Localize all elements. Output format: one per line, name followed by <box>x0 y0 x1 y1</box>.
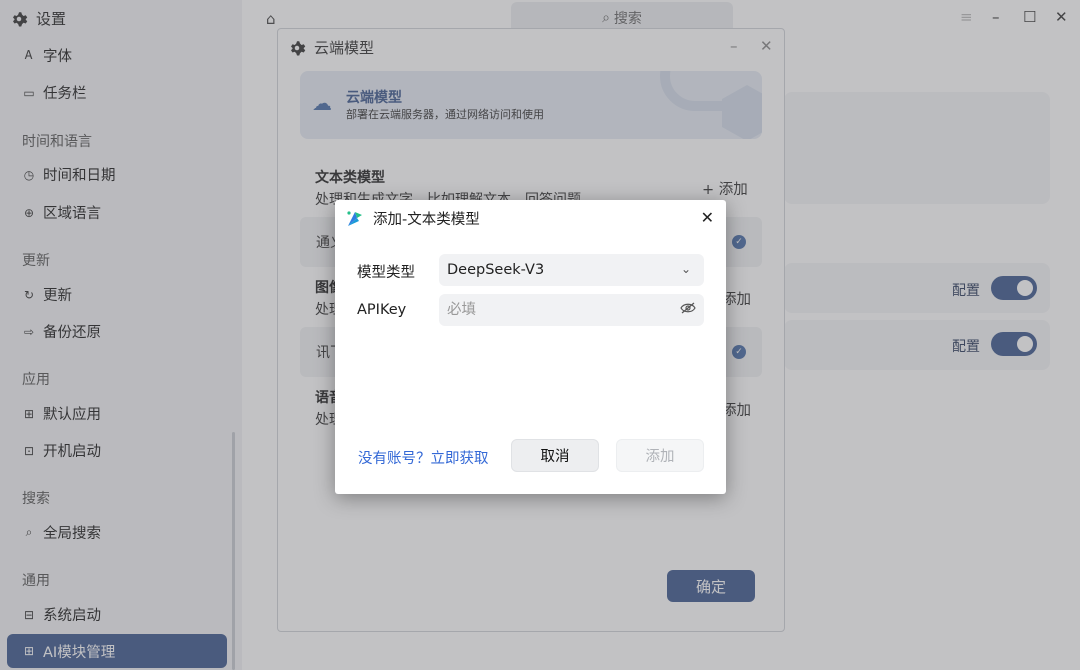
add-text-model-dialog: 添加-文本类模型 ✕ 模型类型 DeepSeek-V3 ⌄ APIKey 没有账… <box>335 200 726 494</box>
chevron-down-icon: ⌄ <box>681 262 692 276</box>
get-account-link[interactable]: 没有账号？立即获取 <box>358 447 489 468</box>
close-icon[interactable]: ✕ <box>701 208 714 227</box>
dialog-title: 添加-文本类模型 <box>345 208 480 229</box>
apikey-field[interactable] <box>439 294 704 326</box>
model-type-value: DeepSeek-V3 <box>447 262 545 278</box>
dialog-title-text: 添加-文本类模型 <box>373 212 480 228</box>
model-type-select[interactable]: DeepSeek-V3 <box>439 254 704 286</box>
cancel-button[interactable]: 取消 <box>511 439 599 472</box>
apikey-label: APIKey <box>357 302 407 318</box>
model-type-label: 模型类型 <box>357 265 415 281</box>
app-logo-icon <box>345 209 365 229</box>
eye-hidden-icon[interactable] <box>680 302 696 317</box>
add-button[interactable]: 添加 <box>616 439 704 472</box>
